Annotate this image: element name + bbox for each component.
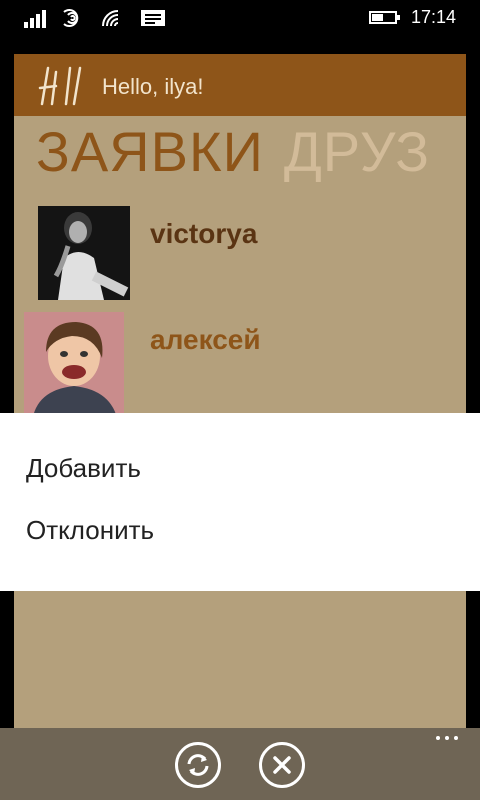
refresh-button[interactable] xyxy=(175,742,221,788)
app-logo xyxy=(38,66,82,106)
status-icons-left xyxy=(24,6,166,28)
pivot-title-current[interactable]: ЗАЯВКИ xyxy=(36,120,264,183)
battery-icon xyxy=(368,10,400,24)
avatar xyxy=(24,312,124,422)
signal-icon xyxy=(24,8,46,28)
refresh-icon xyxy=(187,754,209,776)
data-icon xyxy=(63,9,79,27)
app-panel: Hello, ilya! ЗАЯВКИ ДРУЗ victorya алексе… xyxy=(14,54,466,748)
menu-item-add[interactable]: Добавить xyxy=(26,453,141,484)
close-icon xyxy=(273,756,291,774)
close-button[interactable] xyxy=(259,742,305,788)
more-icon[interactable] xyxy=(436,736,458,740)
status-bar: 17:14 xyxy=(0,0,480,34)
app-header: Hello, ilya! xyxy=(14,54,466,116)
pivot-title-next[interactable]: ДРУЗ xyxy=(284,120,430,183)
context-menu: Добавить Отклонить xyxy=(0,413,480,591)
friend-request-item[interactable]: алексей xyxy=(24,312,454,422)
status-icons-right: 17:14 xyxy=(368,6,456,28)
clock: 17:14 xyxy=(410,6,456,27)
message-icon xyxy=(141,10,165,26)
wifi-icon xyxy=(102,10,119,27)
avatar xyxy=(38,206,130,300)
greeting-text: Hello, ilya! xyxy=(102,74,204,99)
app-bar xyxy=(0,728,480,800)
friend-name: victorya xyxy=(150,218,258,249)
menu-item-decline[interactable]: Отклонить xyxy=(26,515,154,546)
page-title: ЗАЯВКИ ДРУЗ xyxy=(36,118,430,185)
battery-level xyxy=(371,13,383,21)
friend-request-item[interactable]: victorya xyxy=(38,206,458,302)
friend-name: алексей xyxy=(150,324,261,355)
